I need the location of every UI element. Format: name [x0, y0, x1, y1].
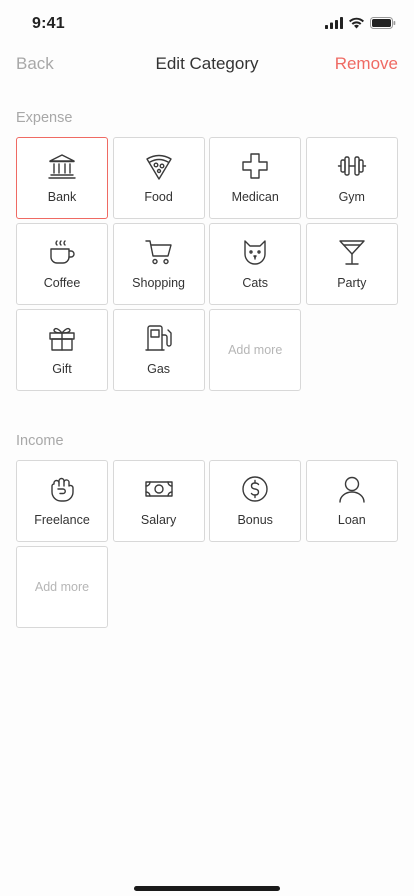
- category-tile-salary[interactable]: Salary: [112, 460, 205, 542]
- category-label: Party: [337, 276, 367, 290]
- category-label: Gym: [338, 190, 365, 204]
- medical-cross-icon: [240, 151, 270, 181]
- category-tile-bonus[interactable]: Bonus: [209, 460, 302, 542]
- category-label: Medican: [231, 190, 279, 204]
- status-icons: [325, 16, 396, 34]
- bank-icon: [47, 151, 77, 181]
- category-label: Coffee: [43, 276, 81, 290]
- category-label: Salary: [140, 513, 177, 527]
- category-label: Food: [144, 190, 173, 204]
- category-tile-medican[interactable]: Medican: [209, 137, 302, 219]
- add-more-label: Add more: [34, 580, 90, 594]
- status-time: 9:41: [32, 15, 65, 32]
- cocktail-icon: [337, 237, 367, 267]
- person-icon: [337, 474, 367, 504]
- category-tile-party[interactable]: Party: [305, 223, 398, 305]
- back-button[interactable]: Back: [16, 54, 54, 74]
- category-tile-freelance[interactable]: Freelance: [16, 460, 108, 542]
- remove-button[interactable]: Remove: [335, 54, 398, 74]
- category-tile-gas[interactable]: Gas: [112, 309, 205, 391]
- dumbbell-icon: [337, 151, 367, 181]
- category-label: Shopping: [132, 276, 185, 290]
- add-more-label: Add more: [228, 343, 283, 357]
- coffee-cup-icon: [47, 237, 77, 267]
- dollar-coin-icon: [240, 474, 270, 504]
- category-tile-shopping[interactable]: Shopping: [112, 223, 205, 305]
- category-label: Gift: [52, 362, 72, 376]
- category-tile-bank[interactable]: Bank: [16, 137, 108, 219]
- expense-category-grid: Bank Food Medican Gym Coffee Shopping Ca…: [16, 137, 398, 391]
- category-tile-gift[interactable]: Gift: [16, 309, 108, 391]
- cat-icon: [240, 237, 270, 267]
- category-label: Bank: [47, 190, 77, 204]
- banknote-icon: [144, 474, 174, 504]
- nav-bar: Back Edit Category Remove: [0, 50, 414, 80]
- category-label: Freelance: [34, 513, 90, 527]
- category-label: Bonus: [237, 513, 273, 527]
- fist-icon: [47, 474, 77, 504]
- category-label: Cats: [242, 276, 269, 290]
- category-label: Gas: [147, 362, 171, 376]
- status-bar: 9:41: [0, 0, 414, 46]
- shopping-cart-icon: [144, 237, 174, 267]
- expense-add-more-button[interactable]: Add more: [209, 309, 302, 391]
- category-tile-coffee[interactable]: Coffee: [16, 223, 108, 305]
- home-indicator: [134, 886, 280, 891]
- gift-icon: [47, 323, 77, 353]
- expense-section-label: Expense: [16, 110, 73, 126]
- category-tile-cats[interactable]: Cats: [209, 223, 302, 305]
- category-tile-food[interactable]: Food: [112, 137, 205, 219]
- signal-icon: [325, 16, 343, 34]
- income-category-grid: Freelance Salary Bonus Loan Add more: [16, 460, 398, 628]
- wifi-icon: [348, 16, 365, 34]
- category-tile-gym[interactable]: Gym: [305, 137, 398, 219]
- income-add-more-button[interactable]: Add more: [16, 546, 108, 628]
- gas-pump-icon: [144, 323, 174, 353]
- battery-icon: [370, 16, 396, 34]
- category-tile-loan[interactable]: Loan: [305, 460, 398, 542]
- pizza-icon: [144, 151, 174, 181]
- income-section-label: Income: [16, 433, 64, 449]
- category-label: Loan: [337, 513, 366, 527]
